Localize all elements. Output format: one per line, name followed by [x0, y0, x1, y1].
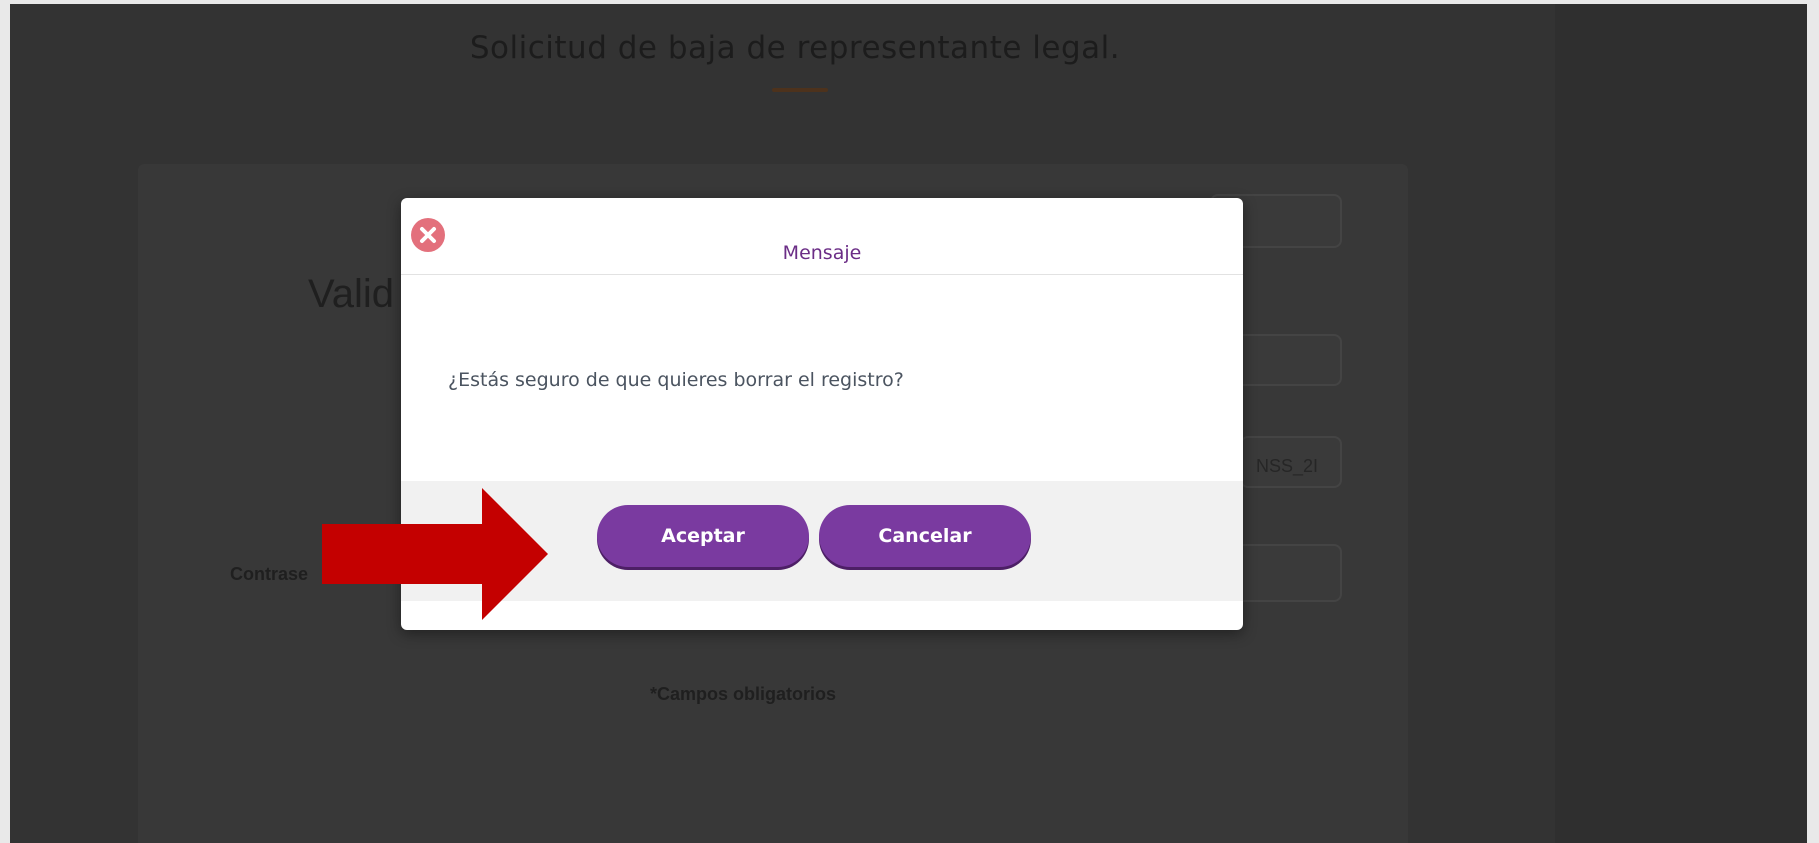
cancel-button[interactable]: Cancelar [819, 505, 1031, 567]
page-title: Solicitud de baja de representante legal… [469, 30, 1121, 66]
background-field-text: NSS_2I [1256, 456, 1319, 476]
red-arrow-icon [322, 488, 548, 620]
right-panel [1555, 4, 1807, 843]
dialog-message: ¿Estás seguro de que quieres borrar el r… [448, 369, 904, 391]
password-label: Contrase [230, 564, 309, 584]
background-heading: Valid [308, 272, 394, 316]
dialog-title: Mensaje [782, 242, 862, 264]
dialog-header: Mensaje [401, 198, 1243, 275]
dialog-body: ¿Estás seguro de que quieres borrar el r… [401, 275, 1243, 480]
required-fields-note: *Campos obligatorios [650, 684, 837, 704]
title-underline [772, 88, 828, 92]
accept-button[interactable]: Aceptar [597, 505, 809, 567]
